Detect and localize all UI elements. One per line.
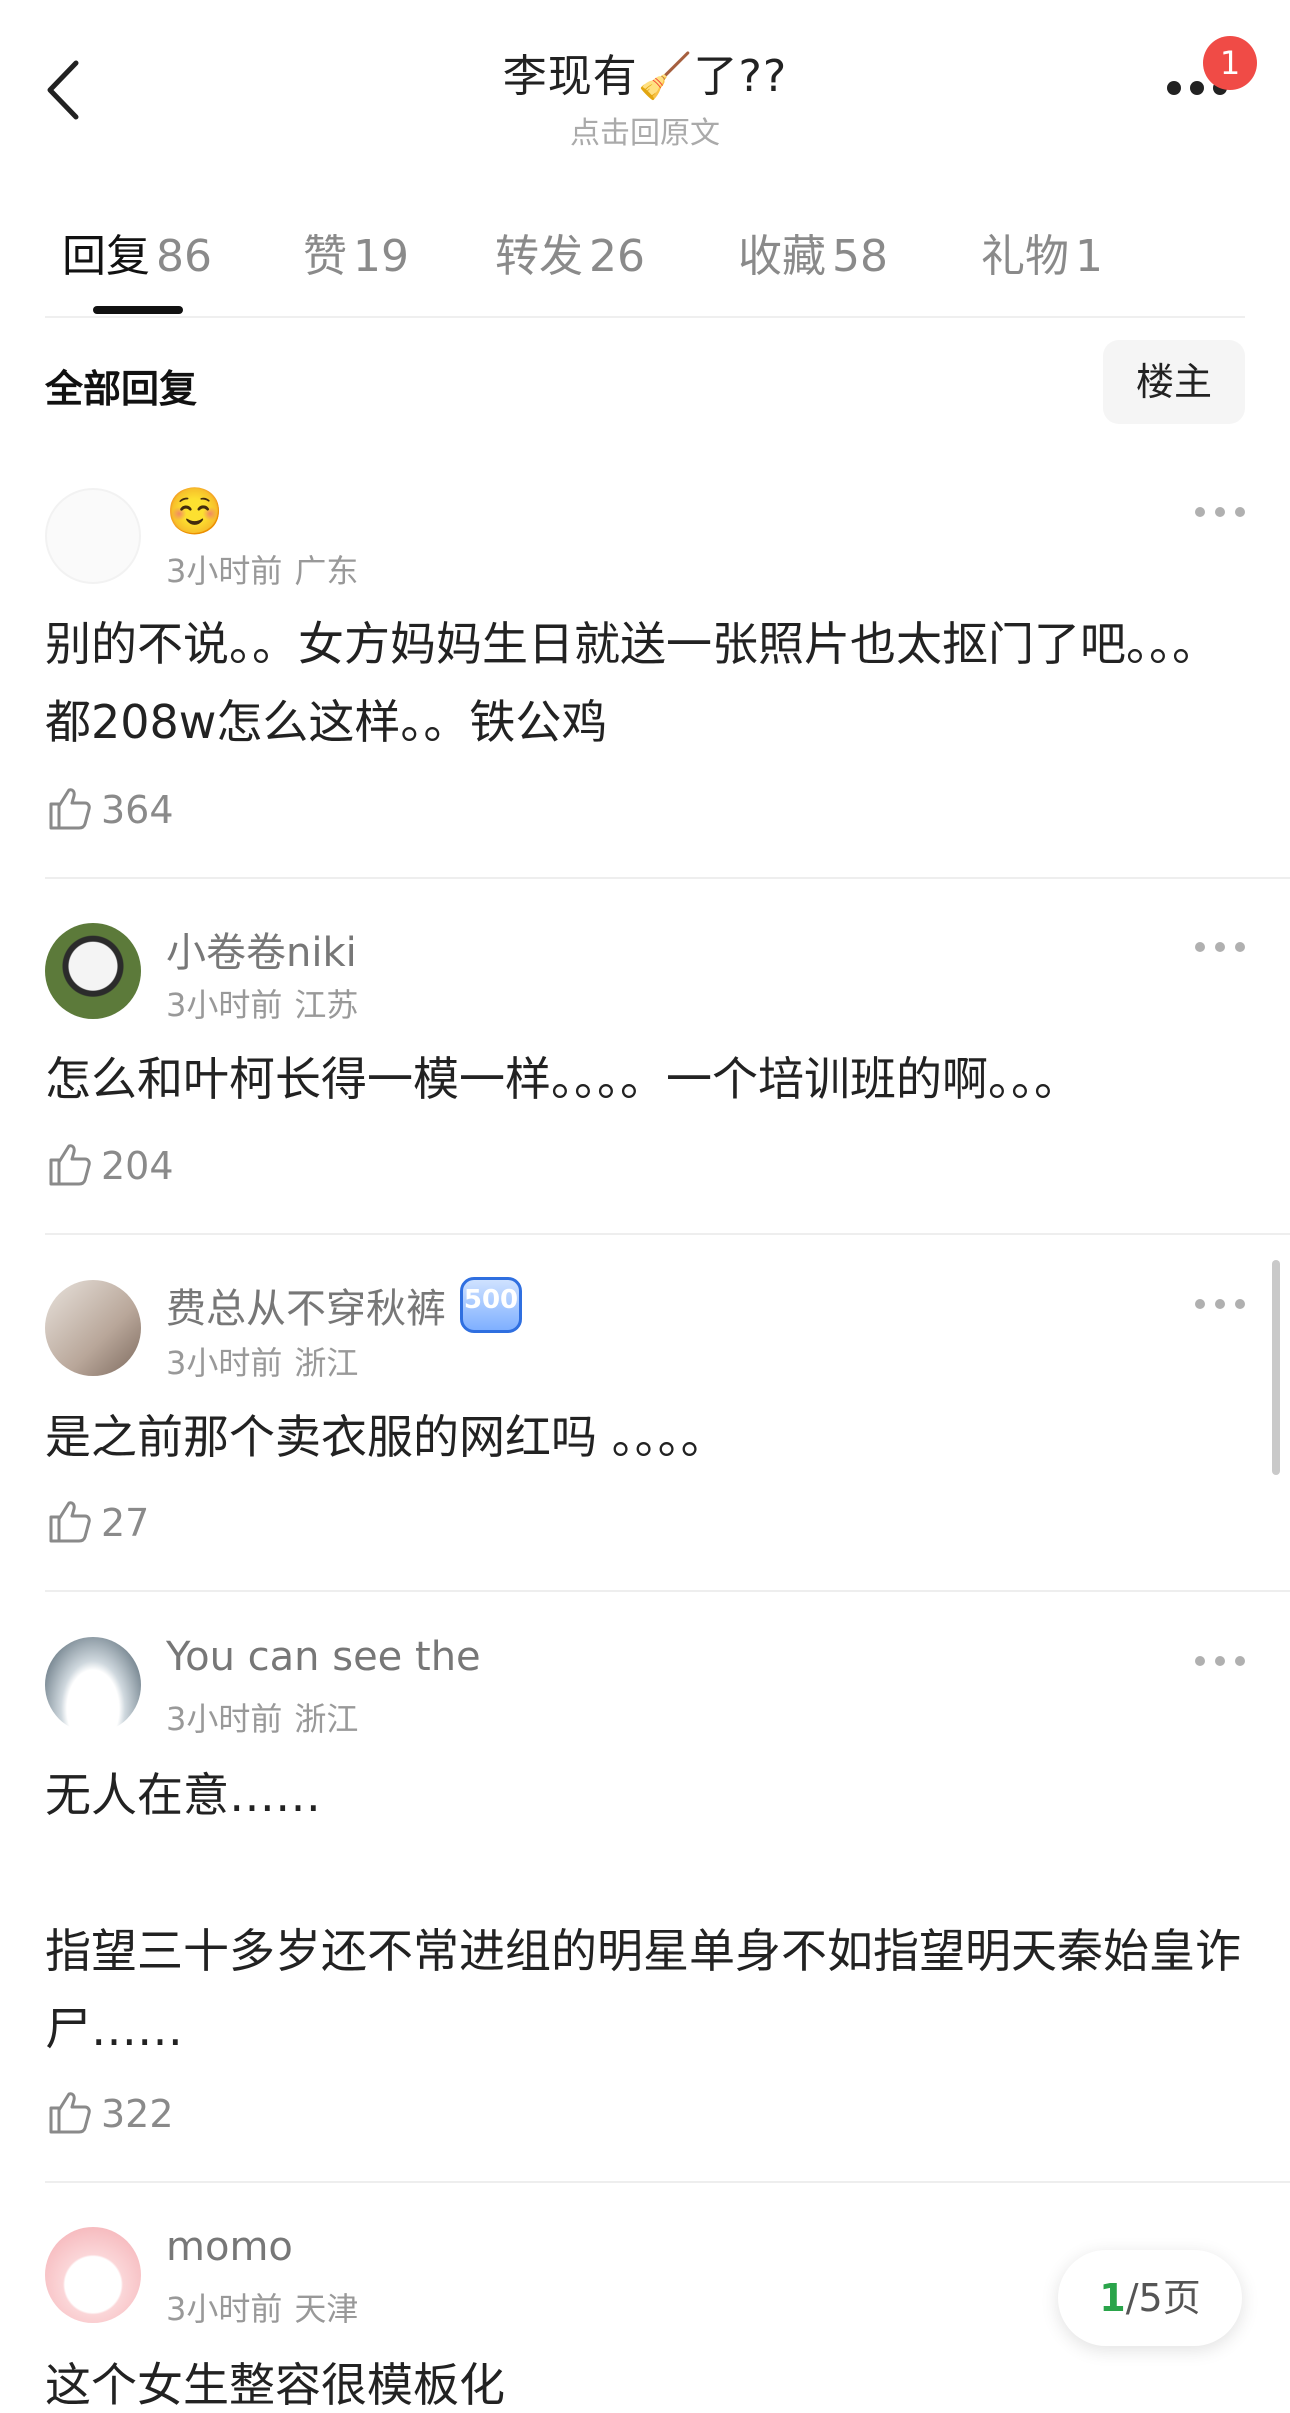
comment-time: 3小时前 bbox=[166, 986, 283, 1024]
like-count: 27 bbox=[101, 1501, 150, 1545]
scrollbar[interactable] bbox=[1272, 1260, 1280, 1475]
avatar[interactable] bbox=[45, 2227, 141, 2323]
top-bar: 李现有🧹了?? 点击回原文 1 bbox=[0, 0, 1290, 170]
avatar[interactable] bbox=[45, 488, 141, 584]
avatar[interactable] bbox=[45, 1637, 141, 1733]
avatar[interactable] bbox=[45, 1280, 141, 1376]
comment-location: 广东 bbox=[294, 552, 359, 590]
comment-time: 3小时前 bbox=[166, 552, 283, 590]
op-only-button[interactable]: 楼主 bbox=[1103, 340, 1245, 424]
tab-count: 19 bbox=[353, 231, 409, 282]
comment-meta: 3小时前 江苏 bbox=[166, 980, 358, 1026]
commenter-name[interactable]: You can see the bbox=[166, 1634, 481, 1680]
comment-time: 3小时前 bbox=[166, 1700, 283, 1738]
back-to-post-link[interactable]: 点击回原文 bbox=[0, 108, 1290, 152]
commenter-name[interactable]: 费总从不穿秋裤 500 bbox=[166, 1276, 522, 1339]
notification-badge: 1 bbox=[1203, 36, 1257, 90]
comment-meta: 3小时前 浙江 bbox=[166, 1694, 358, 1740]
page-indicator[interactable]: 1/5页 bbox=[1058, 2250, 1242, 2346]
tab-likes[interactable]: 赞 19 bbox=[303, 220, 409, 284]
comment-text: 怎么和叶柯长得一模一样。。。。一个培训班的啊。。。 bbox=[45, 1052, 1080, 1106]
divider bbox=[45, 1233, 1290, 1235]
like-button[interactable]: 322 bbox=[45, 2088, 205, 2138]
more-options-icon[interactable] bbox=[1195, 1294, 1245, 1314]
tab-label: 转发 bbox=[495, 231, 583, 282]
like-button[interactable]: 364 bbox=[45, 784, 205, 834]
tab-label: 回复 bbox=[62, 231, 150, 282]
avatar[interactable] bbox=[45, 923, 141, 1019]
comment-meta: 3小时前 浙江 bbox=[166, 1338, 358, 1384]
comment-location: 江苏 bbox=[294, 986, 359, 1024]
comment-text: 无人在意…… 指望三十多岁还不常进组的明星单身不如指望明天秦始皇诈尸…… bbox=[45, 1768, 1241, 2056]
tab-favorites[interactable]: 收藏 58 bbox=[738, 220, 888, 284]
like-count: 364 bbox=[101, 788, 174, 832]
like-button[interactable]: 27 bbox=[45, 1497, 185, 1547]
comment-location: 浙江 bbox=[294, 1700, 359, 1738]
more-options-icon[interactable] bbox=[1195, 1651, 1245, 1671]
tab-count: 1 bbox=[1075, 231, 1103, 282]
more-options-icon[interactable] bbox=[1195, 502, 1245, 522]
post-title: 李现有🧹了?? bbox=[502, 51, 788, 102]
tab-gifts[interactable]: 礼物 1 bbox=[981, 220, 1103, 284]
commenter-name-text: 费总从不穿秋裤 bbox=[166, 1286, 446, 1332]
like-button[interactable]: 204 bbox=[45, 1140, 205, 1190]
thumbs-up-icon bbox=[49, 1144, 91, 1186]
comment-location: 浙江 bbox=[294, 1344, 359, 1382]
comment-meta: 3小时前 广东 bbox=[166, 546, 358, 592]
divider bbox=[45, 877, 1290, 879]
comment-text: 别的不说。。女方妈妈生日就送一张照片也太抠门了吧。。。都208w怎么这样。。铁公… bbox=[45, 617, 1218, 749]
thumbs-up-icon bbox=[49, 788, 91, 830]
tab-label: 赞 bbox=[303, 231, 347, 282]
tab-count: 26 bbox=[589, 231, 645, 282]
tab-label: 礼物 bbox=[981, 231, 1069, 282]
comment-location: 天津 bbox=[294, 2290, 359, 2328]
active-tab-indicator bbox=[93, 306, 183, 314]
commenter-name[interactable]: momo bbox=[166, 2224, 293, 2270]
tab-count: 86 bbox=[156, 231, 212, 282]
comment-text: 这个女生整容很模板化 bbox=[45, 2358, 505, 2412]
commenter-name[interactable]: 小卷卷niki bbox=[166, 920, 357, 978]
comment-meta: 3小时前 天津 bbox=[166, 2284, 358, 2330]
thumbs-up-icon bbox=[49, 2092, 91, 2134]
like-count: 204 bbox=[101, 1144, 174, 1188]
member-badge: 500 bbox=[460, 1277, 522, 1333]
divider bbox=[45, 316, 1245, 318]
current-page: 1 bbox=[1099, 2276, 1126, 2320]
commenter-name[interactable]: ☺️ bbox=[166, 484, 223, 539]
divider bbox=[45, 2181, 1290, 2183]
tab-label: 收藏 bbox=[738, 231, 826, 282]
title-area[interactable]: 李现有🧹了?? 点击回原文 bbox=[0, 40, 1290, 152]
tab-bar: 回复 86 赞 19 转发 26 收藏 58 礼物 1 bbox=[45, 220, 1245, 310]
tab-replies[interactable]: 回复 86 bbox=[62, 220, 212, 284]
tab-reposts[interactable]: 转发 26 bbox=[495, 220, 645, 284]
comment-time: 3小时前 bbox=[166, 2290, 283, 2328]
more-options-icon[interactable] bbox=[1195, 937, 1245, 957]
comment-time: 3小时前 bbox=[166, 1344, 283, 1382]
like-count: 322 bbox=[101, 2092, 174, 2136]
tab-count: 58 bbox=[832, 231, 888, 282]
comment-text: 是之前那个卖衣服的网红吗 。。。。 bbox=[45, 1410, 727, 1464]
total-pages: /5页 bbox=[1125, 2276, 1201, 2320]
thumbs-up-icon bbox=[49, 1501, 91, 1543]
divider bbox=[45, 1590, 1290, 1592]
all-replies-heading: 全部回复 bbox=[45, 367, 198, 411]
